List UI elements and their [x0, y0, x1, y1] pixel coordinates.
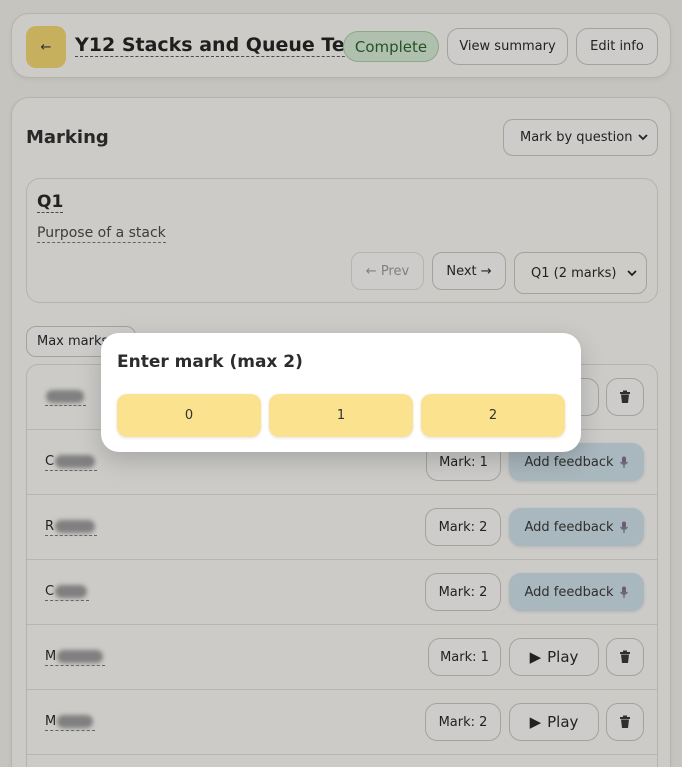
page: ← Y12 Stacks and Queue Test Complete Vie… — [0, 0, 682, 767]
dialog-title: Enter mark (max 2) — [117, 352, 303, 372]
enter-mark-dialog: Enter mark (max 2) 0 1 2 — [101, 333, 581, 452]
mark-option-0[interactable]: 0 — [117, 394, 261, 437]
mark-option-1[interactable]: 1 — [269, 394, 413, 437]
mark-option-2[interactable]: 2 — [421, 394, 565, 437]
